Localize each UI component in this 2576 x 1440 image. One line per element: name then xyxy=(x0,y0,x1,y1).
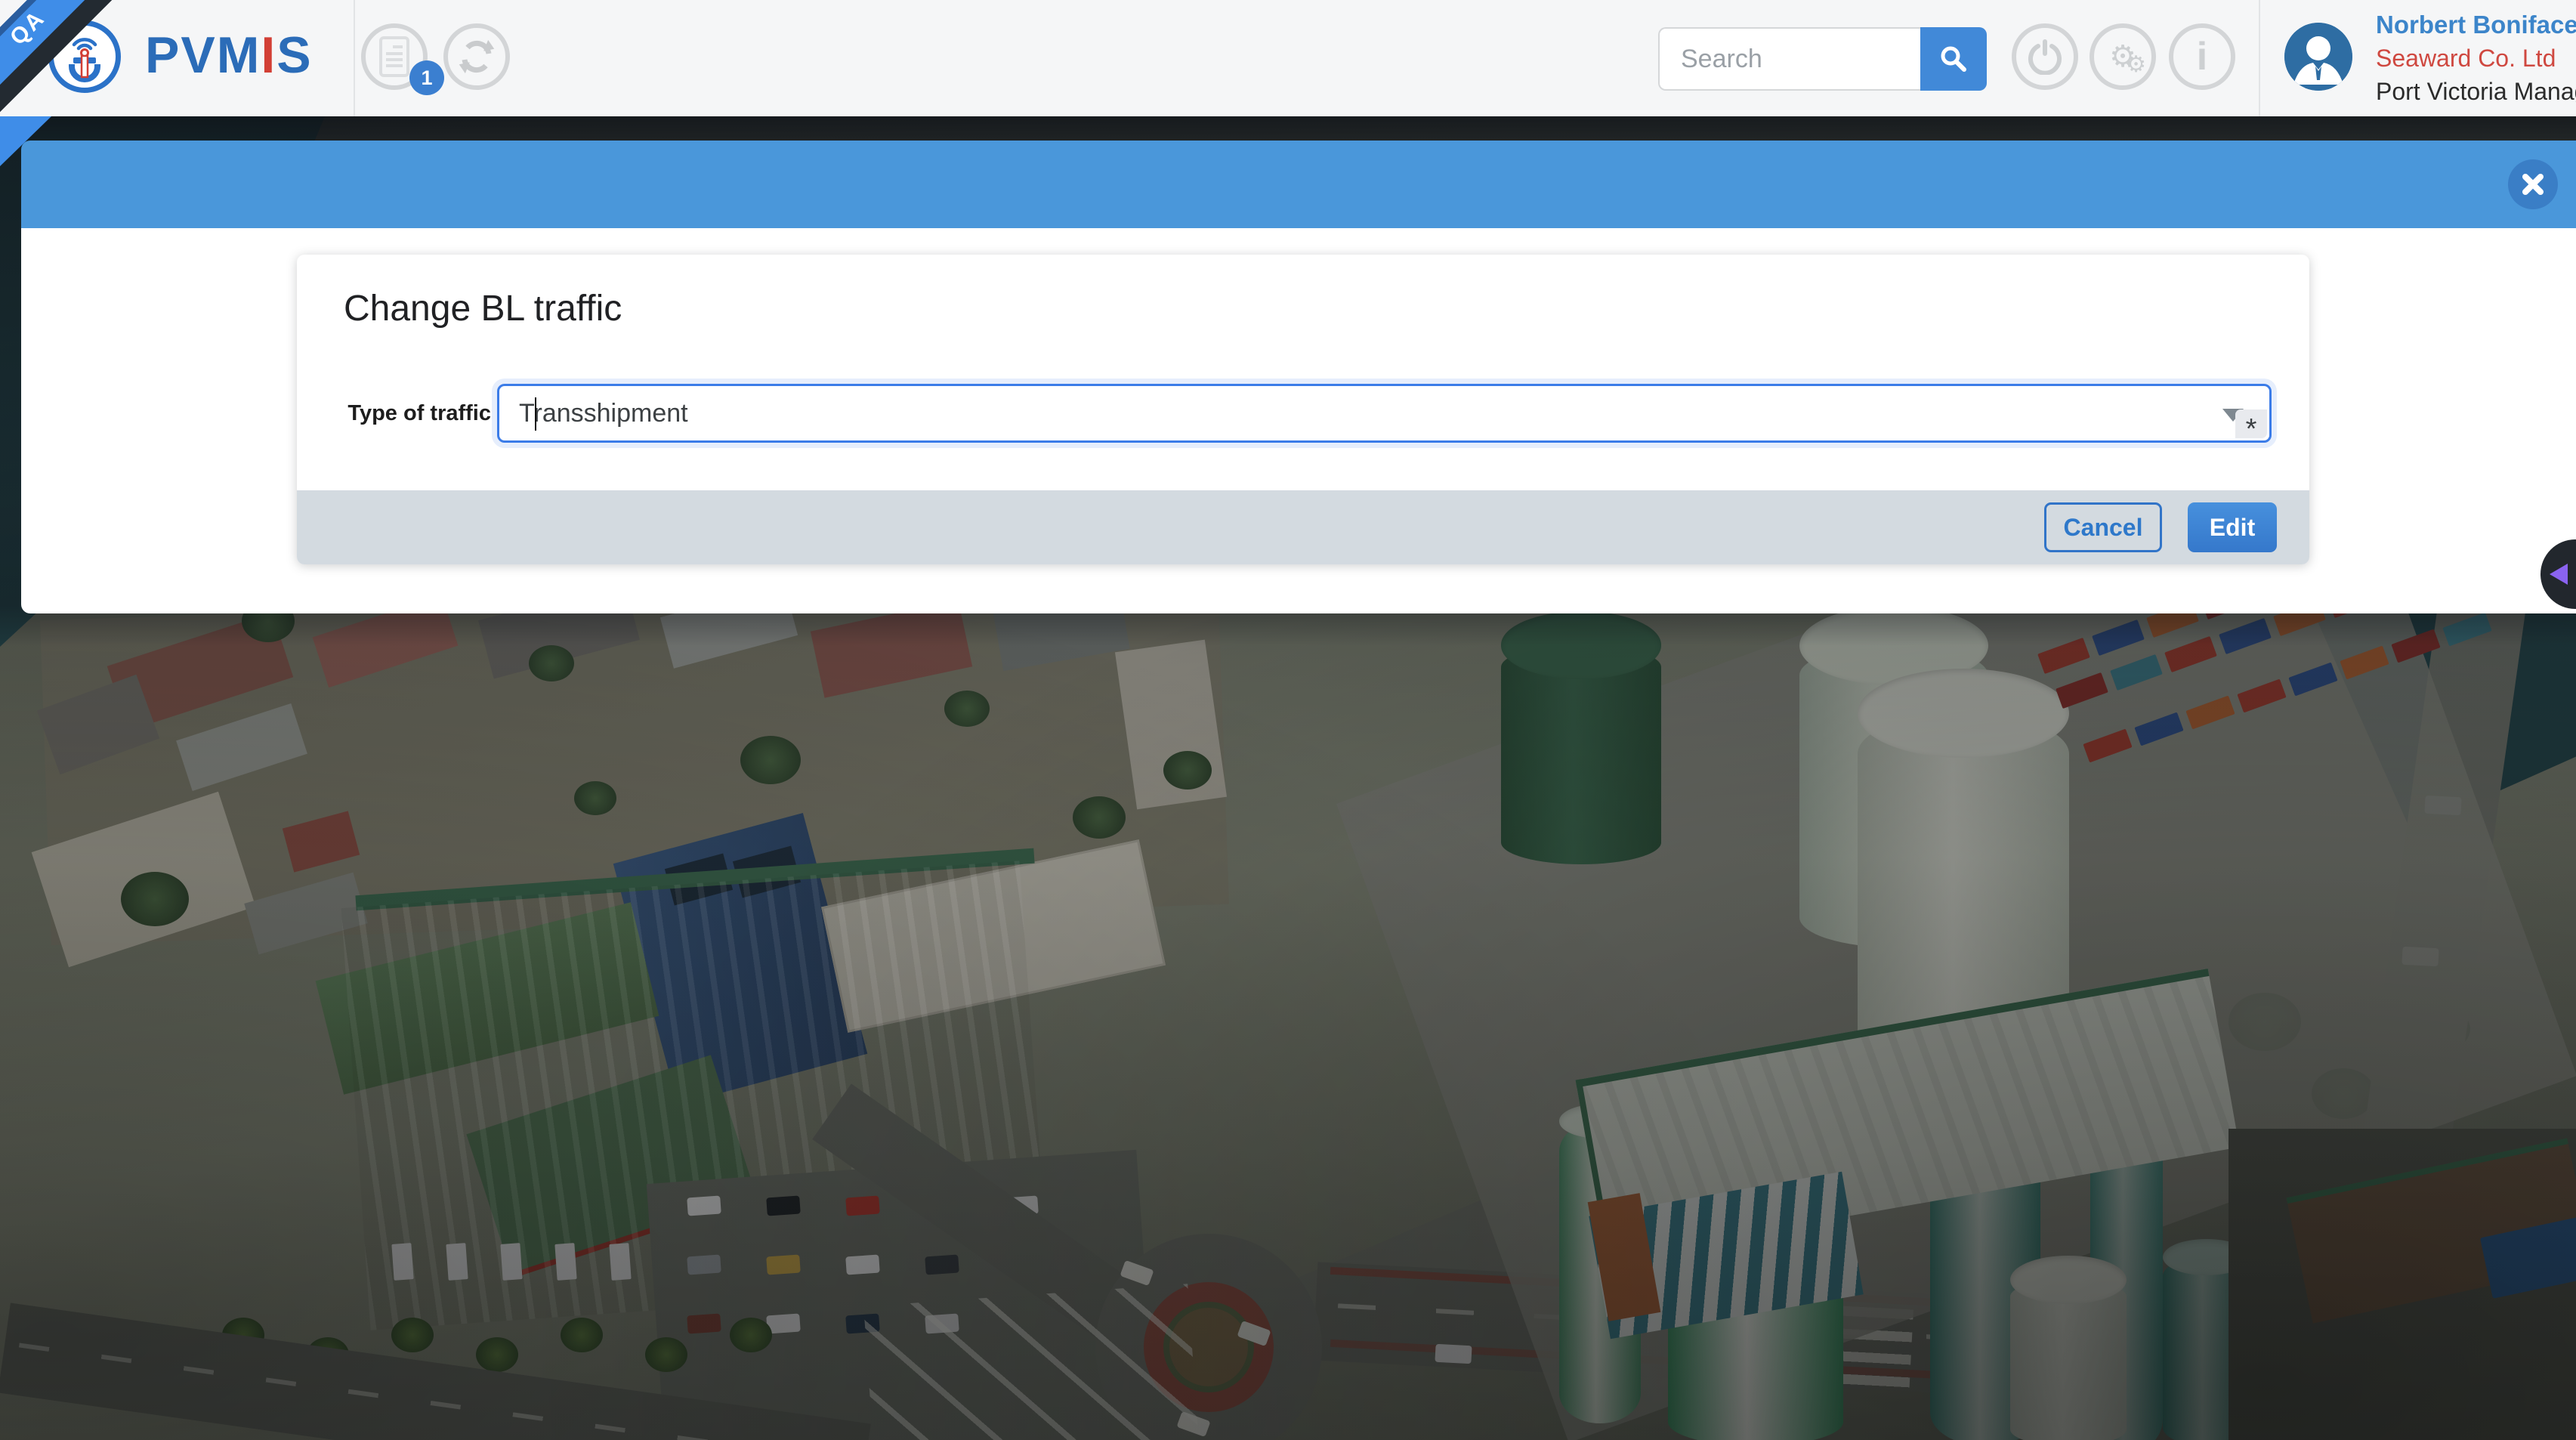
change-bl-traffic-modal: Change BL traffic Type of traffic * Canc… xyxy=(21,141,2576,613)
settings-button[interactable]: ⚙⚙ xyxy=(2090,23,2156,90)
arrow-left-icon xyxy=(2550,564,2568,585)
app-header: PVMIS 1 ⚙⚙ i xyxy=(0,0,2576,116)
brand-pre: PVM xyxy=(145,26,261,84)
info-icon: i xyxy=(2197,34,2207,79)
header-divider xyxy=(354,0,355,116)
dialog-card: Change BL traffic Type of traffic * Canc… xyxy=(297,255,2309,564)
header-divider xyxy=(2259,0,2260,116)
report-document-icon xyxy=(379,36,409,77)
modal-body: Change BL traffic Type of traffic * Canc… xyxy=(21,228,2576,613)
cancel-button[interactable]: Cancel xyxy=(2044,502,2162,552)
gears-icon: ⚙⚙ xyxy=(2109,42,2136,72)
search-group xyxy=(1658,27,1987,91)
refresh-button[interactable] xyxy=(443,23,510,90)
close-button[interactable] xyxy=(2508,159,2558,209)
search-icon xyxy=(1939,45,1968,73)
type-of-traffic-input[interactable] xyxy=(499,386,2269,440)
brand-wordmark: PVMIS xyxy=(145,26,313,85)
search-input[interactable] xyxy=(1658,27,1920,91)
modal-header-bar xyxy=(21,141,2576,228)
brand-post: S xyxy=(276,26,312,84)
text-cursor xyxy=(535,397,536,431)
user-avatar[interactable] xyxy=(2284,23,2352,91)
user-company: Seaward Co. Ltd xyxy=(2376,45,2576,73)
type-of-traffic-select[interactable]: * xyxy=(497,384,2272,443)
required-field-marker: * xyxy=(2235,409,2267,438)
user-role: Port Victoria Manager xyxy=(2376,78,2576,107)
type-of-traffic-row: Type of traffic * xyxy=(297,360,2309,466)
logout-button[interactable] xyxy=(2012,23,2078,90)
close-icon xyxy=(2520,172,2546,197)
dialog-title: Change BL traffic xyxy=(344,288,622,329)
info-button[interactable]: i xyxy=(2169,23,2235,90)
type-of-traffic-label: Type of traffic xyxy=(320,360,491,466)
refresh-icon xyxy=(457,37,496,76)
user-info[interactable]: Norbert Boniface Seaward Co. Ltd Port Vi… xyxy=(2376,11,2576,106)
dialog-footer: Cancel Edit xyxy=(297,490,2309,564)
person-icon xyxy=(2284,23,2352,91)
power-icon xyxy=(2027,39,2063,75)
search-button[interactable] xyxy=(1920,27,1987,91)
user-name: Norbert Boniface xyxy=(2376,11,2576,40)
brand-accent: I xyxy=(261,26,276,84)
notification-badge: 1 xyxy=(409,60,444,95)
edit-button[interactable]: Edit xyxy=(2188,502,2277,552)
